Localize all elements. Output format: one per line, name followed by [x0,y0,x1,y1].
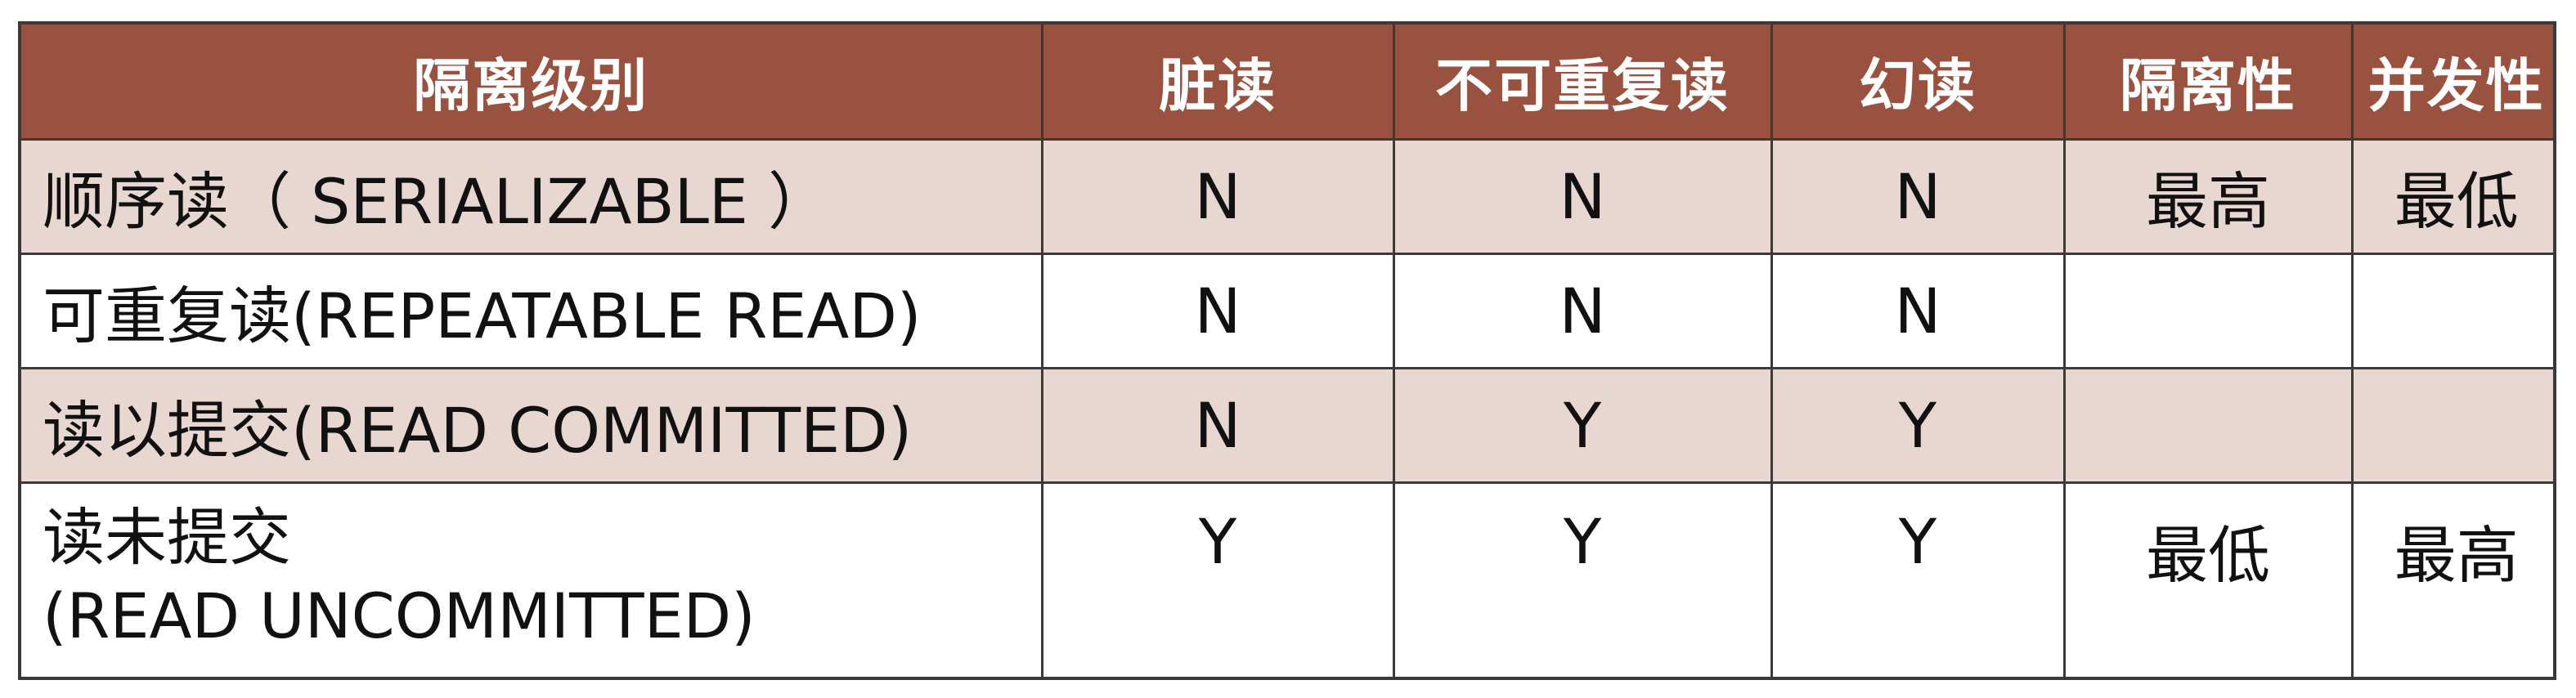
dirty-read-cell: N [1040,137,1395,255]
level-name: 可重复读(REPEATABLE READ) [43,280,922,352]
concurrency-cell: 最低 [2350,137,2553,255]
header-row: 隔离级别 脏读 不可重复读 幻读 隔离性 并发性 [21,25,2553,141]
phantom-read-cell: Y [1770,366,2066,484]
concurrency-cell [2350,252,2553,369]
phantom-read-cell-highlighted: N [1770,252,2066,369]
phantom-read-cell: N [1770,137,2066,255]
level-cell: 读以提交(READ COMMITTED) [21,366,1043,484]
isolation-cell [2062,366,2354,484]
level-name: 读以提交(READ COMMITTED) [43,394,913,467]
non-repeatable-read-cell: N [1392,137,1773,255]
isolation-level-table: 隔离级别 脏读 不可重复读 幻读 隔离性 并发性 顺序读（ SERIALIZAB… [21,25,2553,677]
header-isolation: 隔离性 [2062,25,2354,141]
non-repeatable-read-cell: Y [1392,366,1773,484]
table-row: 读未提交 (READ UNCOMMITTED) Y Y Y 最低 最高 [21,481,2553,677]
level-cell: 可重复读(REPEATABLE READ) [21,252,1043,369]
level-cell: 顺序读（ SERIALIZABLE ） [21,137,1043,255]
header-concurrency: 并发性 [2350,25,2553,141]
header-phantom-read: 幻读 [1770,25,2066,141]
level-name: 顺序读（ SERIALIZABLE ） [43,165,831,238]
table-row: 可重复读(REPEATABLE READ) N N N [21,252,2553,369]
header-non-repeatable-read: 不可重复读 [1392,25,1773,141]
level-name-line-1: 读未提交 [43,500,291,574]
dirty-read-cell: N [1040,252,1395,369]
table-row: 顺序读（ SERIALIZABLE ） N N N 最高 最低 [21,137,2553,255]
isolation-cell: 最低 [2062,481,2354,677]
dirty-read-cell: N [1040,366,1395,484]
header-isolation-level: 隔离级别 [21,25,1043,141]
isolation-cell [2062,252,2354,369]
concurrency-cell: 最高 [2350,481,2553,677]
isolation-cell: 最高 [2062,137,2354,255]
dirty-read-cell: Y [1040,481,1395,677]
non-repeatable-read-cell: N [1392,252,1773,369]
header-dirty-read: 脏读 [1040,25,1395,141]
concurrency-cell [2350,366,2553,484]
non-repeatable-read-cell: Y [1392,481,1773,677]
phantom-read-cell: Y [1770,481,2066,677]
table-row: 读以提交(READ COMMITTED) N Y Y [21,366,2553,484]
isolation-level-table-frame: 隔离级别 脏读 不可重复读 幻读 隔离性 并发性 顺序读（ SERIALIZAB… [18,21,2556,680]
level-cell: 读未提交 (READ UNCOMMITTED) [21,481,1043,677]
level-name-line-2: (READ UNCOMMITTED) [43,579,756,652]
